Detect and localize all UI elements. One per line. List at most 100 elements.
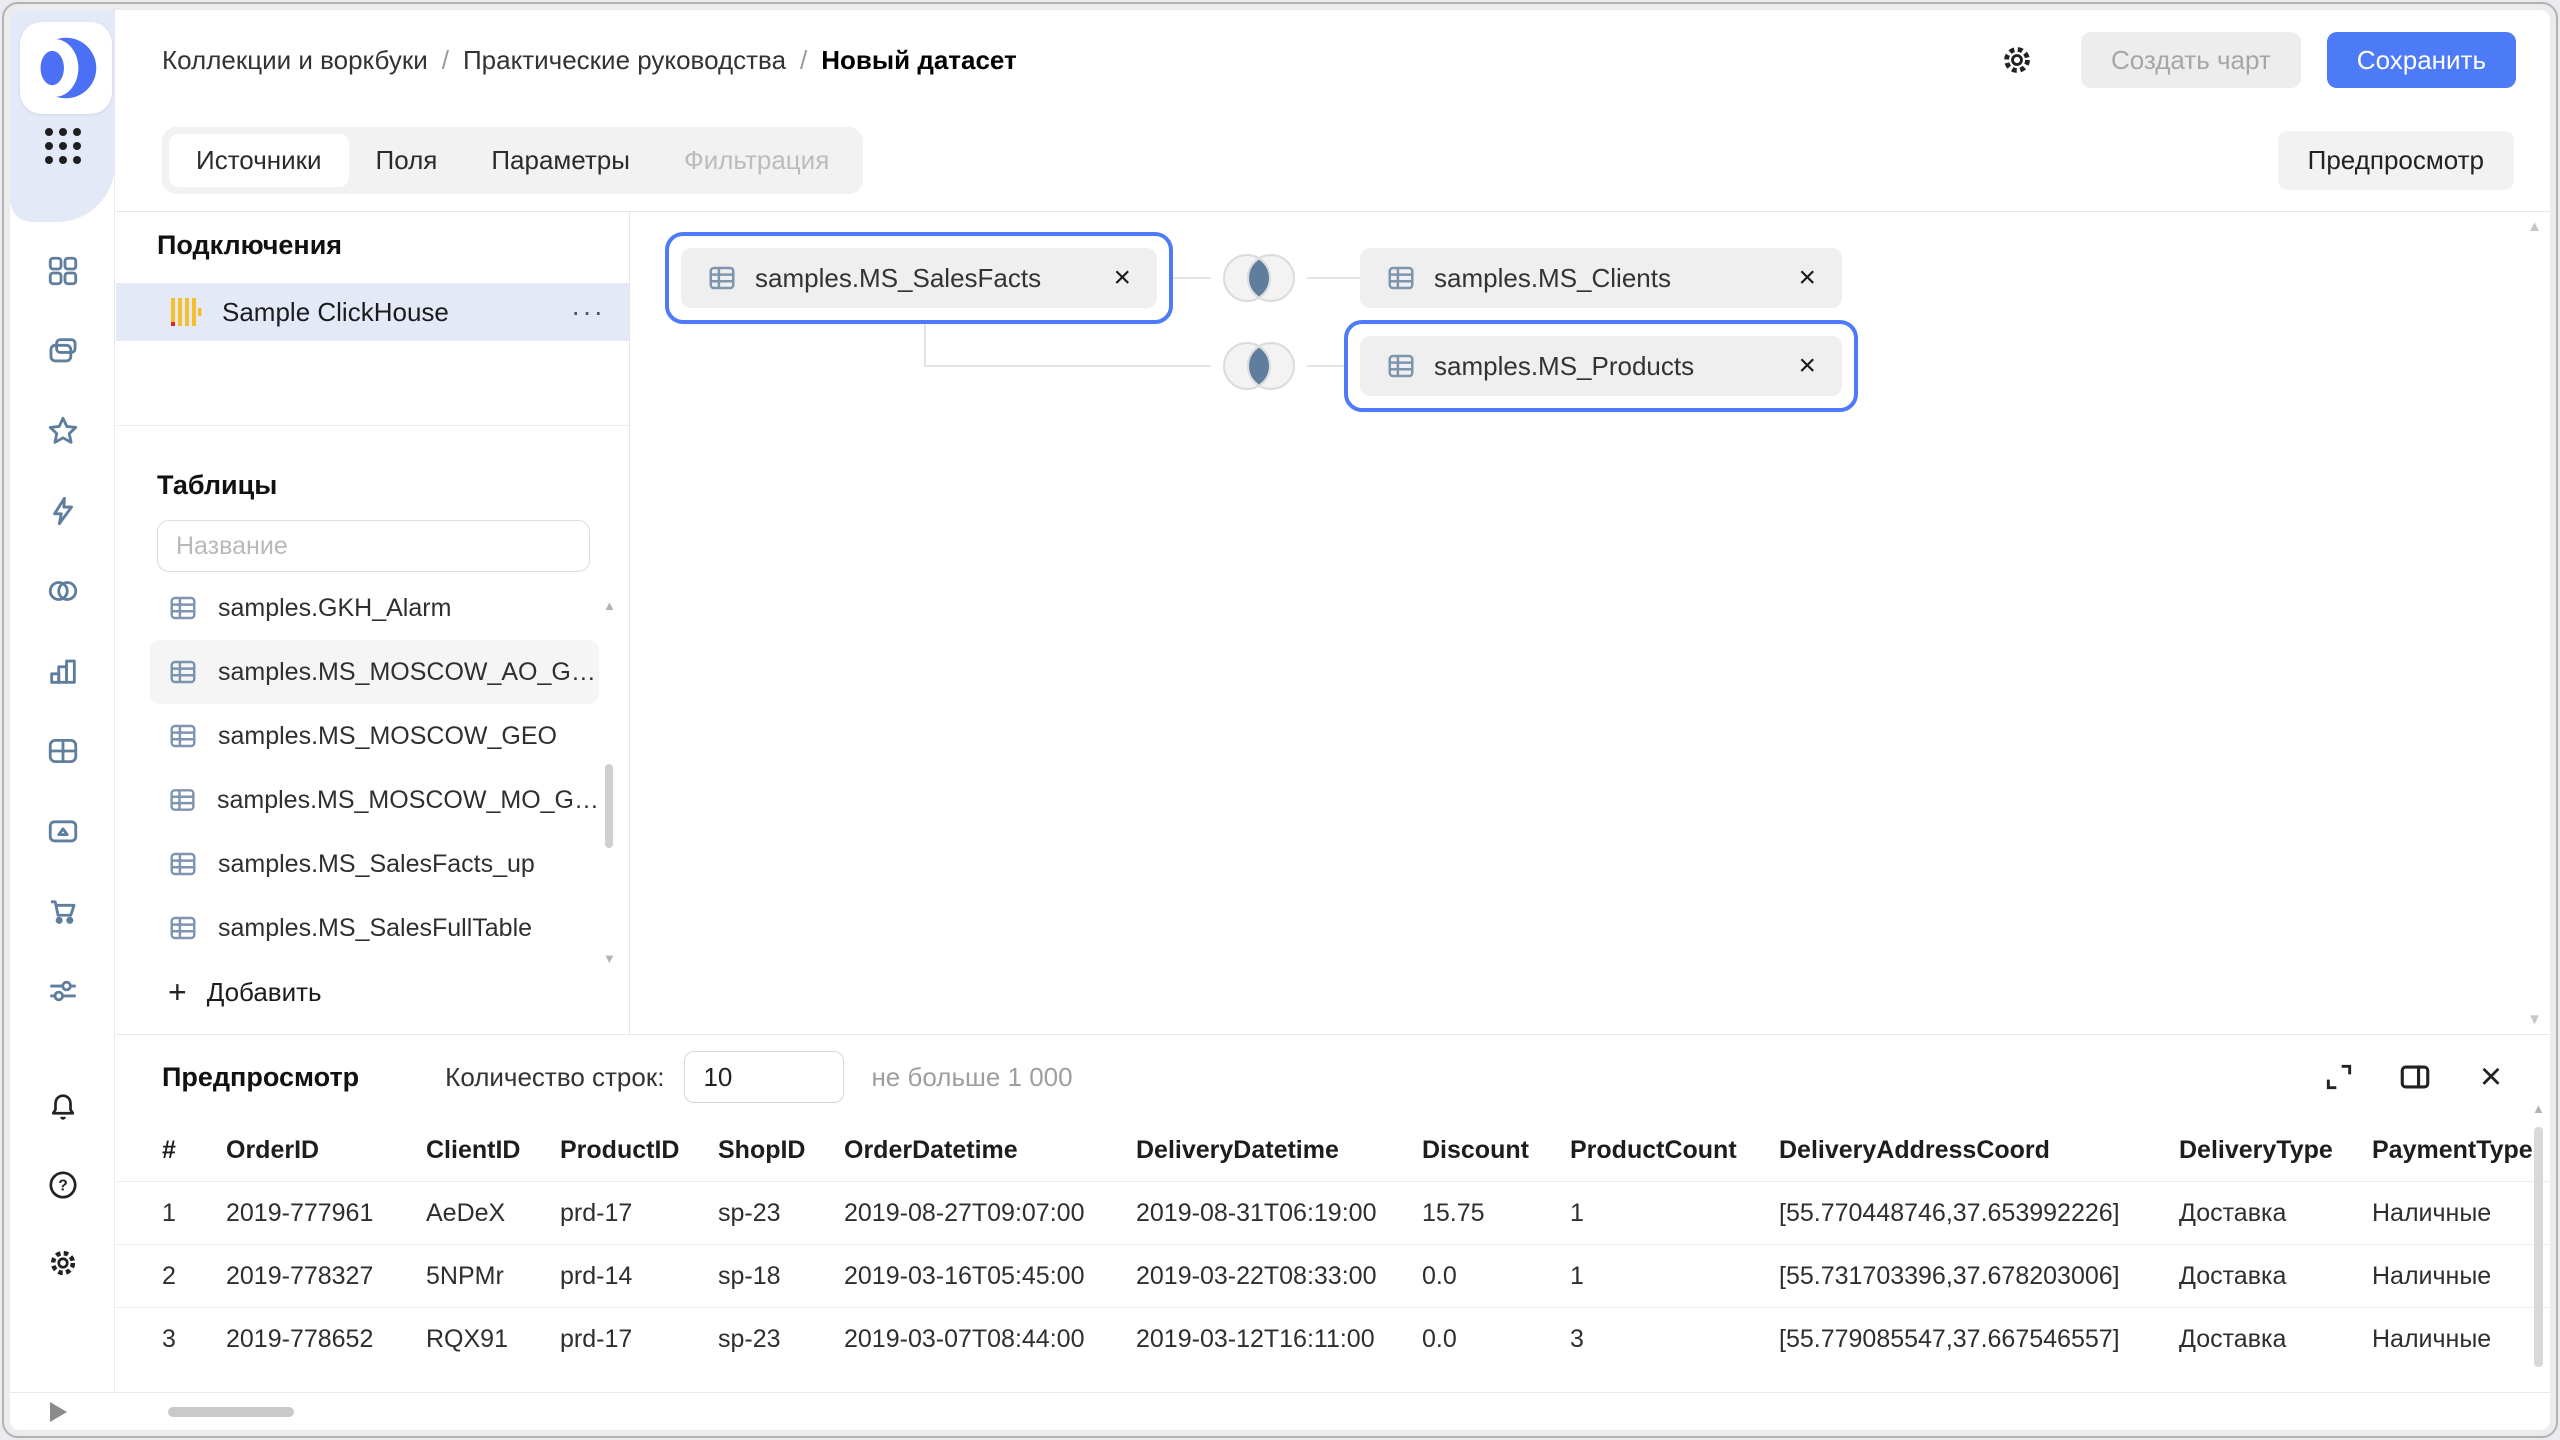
favorites-star-icon[interactable] bbox=[46, 414, 80, 448]
apps-grid-icon[interactable] bbox=[10, 128, 115, 164]
charts-icon[interactable] bbox=[46, 654, 80, 688]
table-cell: Доставка bbox=[2179, 1325, 2372, 1354]
column-header[interactable]: Discount bbox=[1422, 1136, 1570, 1165]
table-cell: Наличные bbox=[2372, 1262, 2550, 1291]
table-cell: [55.770448746,37.653992226] bbox=[1779, 1199, 2179, 1228]
table-icon bbox=[1386, 351, 1416, 381]
expand-rail-play-icon[interactable] bbox=[50, 1402, 67, 1422]
datasets-venn-icon[interactable] bbox=[46, 574, 80, 608]
scroll-down-icon[interactable]: ▼ bbox=[603, 951, 615, 966]
connections-lightning-icon[interactable] bbox=[46, 494, 80, 528]
table-node-selected[interactable]: samples.MS_SalesFacts × bbox=[665, 232, 1173, 324]
column-header[interactable]: ClientID bbox=[426, 1136, 560, 1165]
scroll-up-icon[interactable]: ▲ bbox=[603, 598, 615, 613]
preview-scrollbar[interactable]: ▲ bbox=[2532, 1101, 2544, 1388]
marketplace-cart-icon[interactable] bbox=[46, 894, 80, 928]
tab[interactable]: Параметры bbox=[464, 134, 657, 187]
breadcrumb-item[interactable]: Коллекции и воркбуки bbox=[162, 45, 428, 76]
table-list-item[interactable]: samples.MS_MOSCOW_AO_G… bbox=[150, 640, 599, 704]
notifications-bell-icon[interactable] bbox=[46, 1090, 80, 1124]
table-cell: 2 bbox=[162, 1262, 226, 1291]
collections-icon[interactable] bbox=[46, 334, 80, 368]
save-button[interactable]: Сохранить bbox=[2327, 32, 2516, 88]
table-row: 12019-777961AeDeXprd-17sp-232019-08-27T0… bbox=[116, 1181, 2550, 1244]
table-node-selected[interactable]: samples.MS_Products × bbox=[1344, 320, 1858, 412]
dashboard-icon[interactable] bbox=[46, 254, 80, 288]
inner-join-icon[interactable] bbox=[1211, 246, 1307, 310]
scrollbar-thumb[interactable] bbox=[605, 764, 613, 848]
column-header[interactable]: OrderID bbox=[226, 1136, 426, 1165]
table-cell: 3 bbox=[1570, 1325, 1779, 1354]
row-count-input[interactable] bbox=[684, 1051, 844, 1103]
connection-item[interactable]: Sample ClickHouse ··· bbox=[116, 283, 629, 341]
table-icon bbox=[168, 785, 197, 815]
join-line bbox=[924, 324, 926, 366]
table-list-item[interactable]: samples.MS_SalesFacts_up bbox=[150, 832, 599, 896]
scrollbar-thumb[interactable] bbox=[2534, 1127, 2543, 1367]
column-header[interactable]: # bbox=[162, 1136, 226, 1165]
settings-gear-icon[interactable] bbox=[46, 1246, 80, 1280]
tab[interactable]: Фильтрация bbox=[657, 134, 856, 187]
gallery-folder-icon[interactable] bbox=[46, 814, 80, 848]
help-icon[interactable]: ? bbox=[46, 1168, 80, 1202]
table-list-item[interactable]: samples.MS_SalesFullTable bbox=[150, 896, 599, 960]
table-search-input[interactable] bbox=[157, 520, 590, 572]
table-cell: 2019-08-27T09:07:00 bbox=[844, 1199, 1136, 1228]
column-header[interactable]: DeliveryDatetime bbox=[1136, 1136, 1422, 1165]
bottom-bar bbox=[10, 1392, 2550, 1430]
split-panel-icon[interactable] bbox=[2396, 1058, 2434, 1096]
inner-join-icon[interactable] bbox=[1211, 334, 1307, 398]
tab[interactable]: Поля bbox=[349, 134, 465, 187]
table-list-item[interactable]: samples.MS_MOSCOW_MO_G… bbox=[150, 768, 599, 832]
join-line bbox=[1307, 277, 1360, 279]
table-list-item[interactable]: samples.GKH_Alarm bbox=[150, 576, 599, 640]
column-header[interactable]: OrderDatetime bbox=[844, 1136, 1136, 1165]
connection-menu-icon[interactable]: ··· bbox=[571, 296, 605, 328]
row-count-label: Количество строк: bbox=[445, 1062, 664, 1093]
services-sliders-icon[interactable] bbox=[46, 974, 80, 1008]
join-canvas[interactable]: samples.MS_SalesFacts × samples.MS_Clien… bbox=[630, 212, 2550, 1034]
table-name: samples.MS_MOSCOW_MO_G… bbox=[217, 786, 599, 815]
scroll-up-icon[interactable]: ▲ bbox=[2527, 218, 2542, 235]
breadcrumb-separator: / bbox=[800, 45, 807, 76]
create-chart-button[interactable]: Создать чарт bbox=[2081, 32, 2301, 88]
remove-table-icon[interactable]: × bbox=[1113, 263, 1131, 293]
column-header[interactable]: ProductCount bbox=[1570, 1136, 1779, 1165]
column-header[interactable]: ShopID bbox=[718, 1136, 844, 1165]
join-line bbox=[1307, 365, 1344, 367]
top-header: Коллекции и воркбуки / Практические руко… bbox=[116, 10, 2550, 110]
table-name: samples.MS_MOSCOW_AO_G… bbox=[218, 658, 596, 687]
close-preview-icon[interactable]: × bbox=[2472, 1058, 2510, 1096]
table-cell: AeDeX bbox=[426, 1199, 560, 1228]
table-cell: Наличные bbox=[2372, 1325, 2550, 1354]
scroll-up-icon[interactable]: ▲ bbox=[2532, 1101, 2544, 1116]
scroll-down-icon[interactable]: ▼ bbox=[2527, 1011, 2542, 1028]
table-cell: [55.731703396,37.678203006] bbox=[1779, 1262, 2179, 1291]
table-cell: 2019-03-16T05:45:00 bbox=[844, 1262, 1136, 1291]
preview-toggle-button[interactable]: Предпросмотр bbox=[2278, 131, 2514, 190]
table-icon bbox=[168, 849, 198, 879]
node-table-name: samples.MS_Clients bbox=[1434, 263, 1671, 294]
dataset-settings-gear-icon[interactable] bbox=[1995, 38, 2039, 82]
horizontal-scrollbar-thumb[interactable] bbox=[168, 1407, 294, 1417]
remove-table-icon[interactable]: × bbox=[1798, 351, 1816, 381]
column-header[interactable]: PaymentType bbox=[2372, 1136, 2550, 1165]
column-header[interactable]: DeliveryType bbox=[2179, 1136, 2372, 1165]
table-cell: 2019-08-31T06:19:00 bbox=[1136, 1199, 1422, 1228]
expand-icon[interactable] bbox=[2320, 1058, 2358, 1096]
remove-table-icon[interactable]: × bbox=[1798, 263, 1816, 293]
table-list-item[interactable]: samples.MS_MOSCOW_GEO bbox=[150, 704, 599, 768]
table-icon bbox=[1386, 263, 1416, 293]
tab[interactable]: Источники bbox=[169, 134, 349, 187]
table-list-scrollbar[interactable]: ▲ ▼ bbox=[603, 602, 615, 962]
column-header[interactable]: DeliveryAddressCoord bbox=[1779, 1136, 2179, 1165]
datalens-logo[interactable] bbox=[20, 22, 112, 114]
panel-divider bbox=[116, 425, 629, 426]
table-cell: 1 bbox=[162, 1199, 226, 1228]
clickhouse-icon bbox=[168, 295, 202, 329]
breadcrumb-item[interactable]: Практические руководства bbox=[463, 45, 786, 76]
table-node[interactable]: samples.MS_Clients × bbox=[1360, 248, 1842, 308]
add-table-button[interactable]: + Добавить bbox=[168, 976, 322, 1008]
column-header[interactable]: ProductID bbox=[560, 1136, 718, 1165]
dashboards-table-icon[interactable] bbox=[46, 734, 80, 768]
